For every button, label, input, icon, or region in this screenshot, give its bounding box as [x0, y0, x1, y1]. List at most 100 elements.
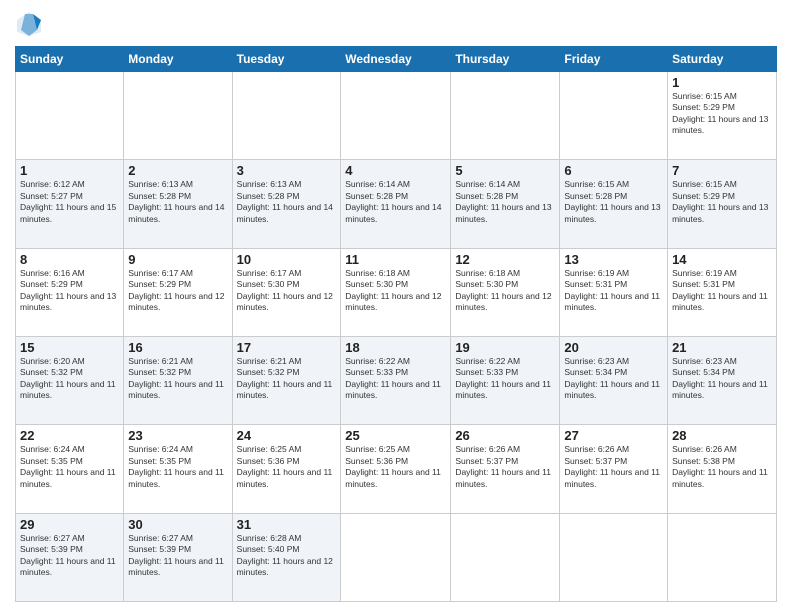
calendar-cell: 4 Sunrise: 6:14 AMSunset: 5:28 PMDayligh… [341, 160, 451, 248]
calendar-cell: 31 Sunrise: 6:28 AMSunset: 5:40 PMDaylig… [232, 513, 341, 601]
day-number: 4 [345, 163, 446, 178]
calendar-table: SundayMondayTuesdayWednesdayThursdayFrid… [15, 46, 777, 602]
day-number: 17 [237, 340, 337, 355]
calendar-cell: 8 Sunrise: 6:16 AMSunset: 5:29 PMDayligh… [16, 248, 124, 336]
day-number: 18 [345, 340, 446, 355]
header-friday: Friday [560, 47, 668, 72]
calendar-cell [560, 72, 668, 160]
day-info: Sunrise: 6:21 AMSunset: 5:32 PMDaylight:… [237, 356, 333, 400]
day-info: Sunrise: 6:23 AMSunset: 5:34 PMDaylight:… [564, 356, 660, 400]
day-info: Sunrise: 6:14 AMSunset: 5:28 PMDaylight:… [345, 179, 441, 223]
day-info: Sunrise: 6:19 AMSunset: 5:31 PMDaylight:… [672, 268, 768, 312]
calendar-cell: 29 Sunrise: 6:27 AMSunset: 5:39 PMDaylig… [16, 513, 124, 601]
day-number: 3 [237, 163, 337, 178]
logo [15, 10, 47, 38]
week-row-2: 8 Sunrise: 6:16 AMSunset: 5:29 PMDayligh… [16, 248, 777, 336]
day-number: 19 [455, 340, 555, 355]
day-number: 31 [237, 517, 337, 532]
day-info: Sunrise: 6:17 AMSunset: 5:30 PMDaylight:… [237, 268, 333, 312]
day-number: 22 [20, 428, 119, 443]
day-number: 30 [128, 517, 227, 532]
calendar-cell: 3 Sunrise: 6:13 AMSunset: 5:28 PMDayligh… [232, 160, 341, 248]
day-info: Sunrise: 6:25 AMSunset: 5:36 PMDaylight:… [237, 444, 333, 488]
day-number: 1 [672, 75, 772, 90]
calendar-cell: 14 Sunrise: 6:19 AMSunset: 5:31 PMDaylig… [668, 248, 777, 336]
calendar-cell: 23 Sunrise: 6:24 AMSunset: 5:35 PMDaylig… [124, 425, 232, 513]
day-number: 27 [564, 428, 663, 443]
day-number: 21 [672, 340, 772, 355]
day-number: 6 [564, 163, 663, 178]
day-number: 24 [237, 428, 337, 443]
day-info: Sunrise: 6:25 AMSunset: 5:36 PMDaylight:… [345, 444, 441, 488]
week-row-3: 15 Sunrise: 6:20 AMSunset: 5:32 PMDaylig… [16, 336, 777, 424]
calendar-cell: 19 Sunrise: 6:22 AMSunset: 5:33 PMDaylig… [451, 336, 560, 424]
header-thursday: Thursday [451, 47, 560, 72]
day-number: 8 [20, 252, 119, 267]
calendar-cell [451, 513, 560, 601]
calendar-cell: 22 Sunrise: 6:24 AMSunset: 5:35 PMDaylig… [16, 425, 124, 513]
day-number: 7 [672, 163, 772, 178]
day-number: 25 [345, 428, 446, 443]
day-info: Sunrise: 6:26 AMSunset: 5:38 PMDaylight:… [672, 444, 768, 488]
day-number: 23 [128, 428, 227, 443]
day-number: 16 [128, 340, 227, 355]
header-wednesday: Wednesday [341, 47, 451, 72]
calendar-header-row: SundayMondayTuesdayWednesdayThursdayFrid… [16, 47, 777, 72]
calendar-cell: 26 Sunrise: 6:26 AMSunset: 5:37 PMDaylig… [451, 425, 560, 513]
day-number: 11 [345, 252, 446, 267]
day-info: Sunrise: 6:17 AMSunset: 5:29 PMDaylight:… [128, 268, 224, 312]
calendar-cell [341, 72, 451, 160]
week-row-4: 22 Sunrise: 6:24 AMSunset: 5:35 PMDaylig… [16, 425, 777, 513]
day-info: Sunrise: 6:16 AMSunset: 5:29 PMDaylight:… [20, 268, 116, 312]
day-info: Sunrise: 6:21 AMSunset: 5:32 PMDaylight:… [128, 356, 224, 400]
calendar-cell: 17 Sunrise: 6:21 AMSunset: 5:32 PMDaylig… [232, 336, 341, 424]
header-tuesday: Tuesday [232, 47, 341, 72]
day-info: Sunrise: 6:18 AMSunset: 5:30 PMDaylight:… [455, 268, 551, 312]
header [15, 10, 777, 38]
calendar-cell [232, 72, 341, 160]
logo-icon [15, 10, 43, 38]
calendar-cell: 16 Sunrise: 6:21 AMSunset: 5:32 PMDaylig… [124, 336, 232, 424]
day-number: 12 [455, 252, 555, 267]
calendar-cell [668, 513, 777, 601]
day-info: Sunrise: 6:12 AMSunset: 5:27 PMDaylight:… [20, 179, 116, 223]
calendar-cell: 20 Sunrise: 6:23 AMSunset: 5:34 PMDaylig… [560, 336, 668, 424]
day-number: 2 [128, 163, 227, 178]
calendar-cell: 9 Sunrise: 6:17 AMSunset: 5:29 PMDayligh… [124, 248, 232, 336]
day-info: Sunrise: 6:23 AMSunset: 5:34 PMDaylight:… [672, 356, 768, 400]
day-info: Sunrise: 6:15 AMSunset: 5:29 PMDaylight:… [672, 91, 768, 135]
day-info: Sunrise: 6:27 AMSunset: 5:39 PMDaylight:… [20, 533, 116, 577]
calendar-cell: 30 Sunrise: 6:27 AMSunset: 5:39 PMDaylig… [124, 513, 232, 601]
calendar-cell: 1 Sunrise: 6:15 AMSunset: 5:29 PMDayligh… [668, 72, 777, 160]
day-info: Sunrise: 6:19 AMSunset: 5:31 PMDaylight:… [564, 268, 660, 312]
calendar-cell [16, 72, 124, 160]
calendar-cell: 28 Sunrise: 6:26 AMSunset: 5:38 PMDaylig… [668, 425, 777, 513]
calendar-cell [341, 513, 451, 601]
day-info: Sunrise: 6:24 AMSunset: 5:35 PMDaylight:… [20, 444, 116, 488]
calendar-cell: 25 Sunrise: 6:25 AMSunset: 5:36 PMDaylig… [341, 425, 451, 513]
calendar-cell: 1 Sunrise: 6:12 AMSunset: 5:27 PMDayligh… [16, 160, 124, 248]
day-number: 13 [564, 252, 663, 267]
header-saturday: Saturday [668, 47, 777, 72]
day-info: Sunrise: 6:13 AMSunset: 5:28 PMDaylight:… [237, 179, 333, 223]
day-info: Sunrise: 6:15 AMSunset: 5:29 PMDaylight:… [672, 179, 768, 223]
calendar-cell: 11 Sunrise: 6:18 AMSunset: 5:30 PMDaylig… [341, 248, 451, 336]
calendar-cell: 12 Sunrise: 6:18 AMSunset: 5:30 PMDaylig… [451, 248, 560, 336]
calendar-cell: 7 Sunrise: 6:15 AMSunset: 5:29 PMDayligh… [668, 160, 777, 248]
calendar-cell [451, 72, 560, 160]
day-info: Sunrise: 6:13 AMSunset: 5:28 PMDaylight:… [128, 179, 224, 223]
day-number: 20 [564, 340, 663, 355]
calendar-cell: 27 Sunrise: 6:26 AMSunset: 5:37 PMDaylig… [560, 425, 668, 513]
calendar-cell: 6 Sunrise: 6:15 AMSunset: 5:28 PMDayligh… [560, 160, 668, 248]
day-info: Sunrise: 6:20 AMSunset: 5:32 PMDaylight:… [20, 356, 116, 400]
header-sunday: Sunday [16, 47, 124, 72]
calendar-cell [124, 72, 232, 160]
day-number: 9 [128, 252, 227, 267]
day-info: Sunrise: 6:22 AMSunset: 5:33 PMDaylight:… [345, 356, 441, 400]
week-row-1: 1 Sunrise: 6:12 AMSunset: 5:27 PMDayligh… [16, 160, 777, 248]
day-number: 5 [455, 163, 555, 178]
calendar-cell: 24 Sunrise: 6:25 AMSunset: 5:36 PMDaylig… [232, 425, 341, 513]
header-monday: Monday [124, 47, 232, 72]
day-info: Sunrise: 6:15 AMSunset: 5:28 PMDaylight:… [564, 179, 660, 223]
day-info: Sunrise: 6:14 AMSunset: 5:28 PMDaylight:… [455, 179, 551, 223]
